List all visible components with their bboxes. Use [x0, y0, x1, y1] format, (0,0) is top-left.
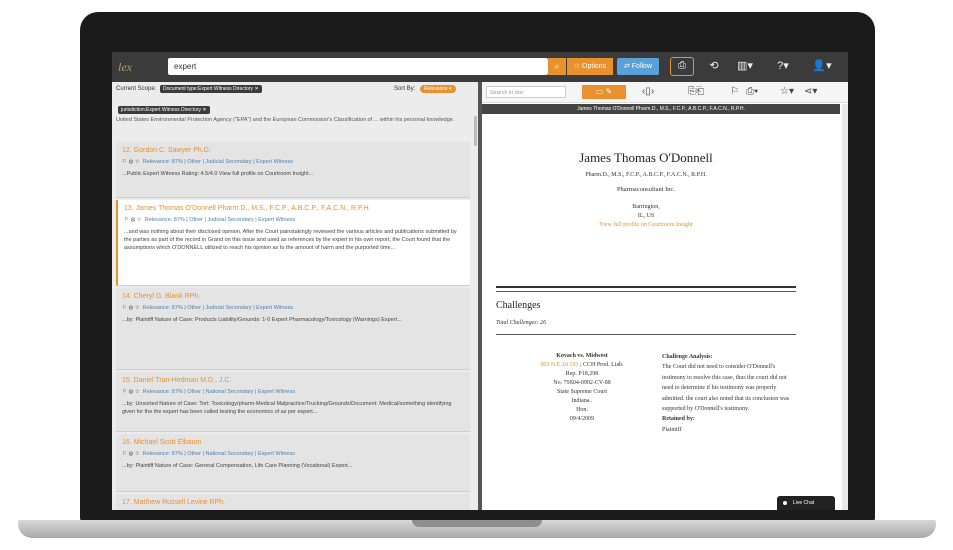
result-snippet: United States Environmental Protection A… — [116, 117, 455, 123]
result-item[interactable]: 15. Daniel Tran-Hedman M.D., J.C. ⚐ ◍ ☆ R… — [116, 372, 470, 432]
flag-icon[interactable]: ⚐ — [730, 84, 739, 100]
result-title[interactable]: 16. Michael Scott Elbaum — [122, 438, 464, 448]
print-icon[interactable]: ⎙ — [670, 57, 694, 76]
result-snippet: ...by: Plaintiff Nature of Case: Product… — [122, 317, 402, 323]
options-button[interactable]: ☆ Options — [567, 58, 613, 75]
app-screen: lex expert ⌕ ☆ Options ⇄ Follow ⎙ ⟲ ▥▾ ?… — [112, 52, 848, 510]
pages-icon[interactable]: ⎘⎗ — [688, 84, 704, 100]
chat-icon — [783, 500, 787, 505]
share-icon[interactable]: ⋖▾ — [804, 84, 817, 100]
result-title[interactable]: 13. James Thomas O'Donnell Pharm.D., M.S… — [124, 204, 464, 214]
result-snippet: ...by: Unsorted Nature of Case: Tort: To… — [122, 401, 452, 415]
case-title: Kovach vs. Midwest — [556, 353, 608, 359]
scope-chip[interactable]: jurisdiction:Expert Witness Directory ✕ — [118, 106, 210, 114]
result-title[interactable]: 15. Daniel Tran-Hedman M.D., J.C. — [122, 376, 464, 386]
columns-icon[interactable]: ▥▾ — [734, 57, 756, 76]
scope-label: Current Scope: — [116, 86, 157, 92]
live-chat-button[interactable]: Live Chat — [777, 496, 835, 510]
flag-icon[interactable]: ⚐ ◍ ☆ — [122, 159, 140, 165]
expert-city: Barrington, — [632, 204, 660, 210]
user-icon[interactable]: 👤▾ — [810, 57, 834, 76]
result-meta: Relevance: 87% | Other | Judicial Second… — [142, 159, 294, 165]
sort-dropdown[interactable]: Relevance ▾ — [420, 85, 456, 93]
result-item[interactable]: 17. Matthew Russell Levine RPh. — [116, 494, 470, 510]
result-item-selected[interactable]: 13. James Thomas O'Donnell Pharm.D., M.S… — [116, 200, 470, 286]
challenges-heading: Challenges — [496, 300, 541, 311]
laptop-notch — [412, 520, 542, 527]
follow-button[interactable]: ⇄ Follow — [617, 58, 659, 75]
result-title[interactable]: 12. Gordon C. Sawyer Ph.D. — [122, 146, 464, 156]
flag-icon[interactable]: ⚐ ◍ ☆ — [122, 305, 140, 311]
document-title-bar: James Thomas O'Donnell Pharm.D., M.S., F… — [482, 104, 840, 114]
result-meta: Relevance: 87% | Other | Judicial Second… — [144, 217, 296, 223]
result-meta: Relevance: 87% | Other | National Second… — [142, 451, 295, 457]
result-title[interactable]: 14. Cheryl G. Blank RPh. — [122, 292, 464, 302]
analysis-text: The Court did not need to consider O'Don… — [662, 364, 790, 413]
help-icon[interactable]: ?▾ — [772, 57, 794, 76]
result-meta: Relevance: 87% | Other | Judicial Second… — [142, 305, 294, 311]
expert-state: IL, US — [637, 213, 655, 219]
result-meta: Relevance: 87% | Other | National Second… — [142, 389, 295, 395]
results-scrollbar[interactable] — [474, 116, 477, 146]
expert-name: James Thomas O'Donnell — [579, 150, 713, 165]
result-item[interactable]: 14. Cheryl G. Blank RPh. ⚐ ◍ ☆ Relevance:… — [116, 288, 470, 370]
case-citation: Kovach vs. Midwest 903 N.E.2d 193 ; CCH … — [522, 352, 642, 424]
result-title[interactable]: 17. Matthew Russell Levine RPh. — [122, 498, 464, 508]
highlight-button[interactable]: ▭ ✎ — [582, 85, 626, 99]
sort-label: Sort By: — [394, 86, 416, 92]
result-snippet: ...Public Expert Witness Rating: 4.5/4.0… — [122, 171, 314, 177]
print-icon[interactable]: ⎙▾ — [746, 84, 758, 100]
document-scrollbar[interactable] — [842, 104, 848, 510]
results-panel: Current Scope: Document type:Expert Witn… — [112, 82, 478, 510]
prev-page-icon[interactable]: ‹▯› — [642, 84, 654, 100]
section-divider — [496, 286, 796, 288]
current-scope: Current Scope: Document type:Expert Witn… — [116, 85, 262, 93]
expert-credentials: Pharm.D., M.S., F.C.P., A.B.C.P., F.A.C.… — [585, 172, 707, 178]
result-item[interactable]: 12. Gordon C. Sawyer Ph.D. ⚐ ◍ ☆ Relevanc… — [116, 142, 470, 198]
retained-value: Plaintiff — [662, 426, 682, 433]
history-icon[interactable]: ⟲ — [706, 57, 722, 76]
app-logo[interactable]: lex — [118, 60, 132, 75]
result-snippet: ...and was nothing about their disclosed… — [124, 229, 457, 251]
profile-link[interactable]: View full profile on Courtroom Insight — [496, 222, 796, 228]
flag-icon[interactable]: ⚐ ◍ ☆ — [122, 451, 140, 457]
document-panel: Search in doc ▭ ✎ ‹▯› ⎘⎗ ⚐ ⎙▾ ☆▾ ⋖▾ Jame… — [482, 82, 848, 510]
challenge-analysis: Challenge Analysis: The Court did not ne… — [662, 352, 796, 435]
top-bar: lex expert ⌕ ☆ Options ⇄ Follow ⎙ ⟲ ▥▾ ?… — [112, 52, 848, 82]
flag-icon[interactable]: ⚐ ◍ ☆ — [124, 217, 142, 223]
document-toolbar: Search in doc ▭ ✎ ‹▯› ⎘⎗ ⚐ ⎙▾ ☆▾ ⋖▾ — [482, 82, 848, 103]
document-search-input[interactable]: Search in doc — [486, 86, 566, 98]
sort-by: Sort By: Relevance ▾ — [394, 85, 456, 93]
search-icon[interactable]: ⌕ — [548, 58, 566, 75]
expert-firm: Pharmaconsultant Inc. — [616, 186, 676, 193]
flag-icon[interactable]: ⚐ ◍ ☆ — [122, 389, 140, 395]
star-icon[interactable]: ☆▾ — [780, 84, 794, 100]
case-cite-link[interactable]: 903 N.E.2d 193 — [540, 362, 578, 368]
total-challenges: Total Challenges: 26 — [496, 320, 547, 326]
section-divider — [496, 291, 796, 292]
section-divider — [496, 334, 796, 335]
result-item[interactable]: 16. Michael Scott Elbaum ⚐ ◍ ☆ Relevance:… — [116, 434, 470, 492]
scope-chip[interactable]: Document type:Expert Witness Directory ✕ — [160, 85, 262, 93]
search-input[interactable]: expert — [168, 58, 548, 75]
retained-label: Retained by: — [662, 416, 695, 423]
analysis-heading: Challenge Analysis: — [662, 354, 713, 360]
document-header: James Thomas O'Donnell Pharm.D., M.S., F… — [496, 122, 796, 228]
result-snippet: ...by: Plaintiff Nature of Case: General… — [122, 463, 353, 469]
